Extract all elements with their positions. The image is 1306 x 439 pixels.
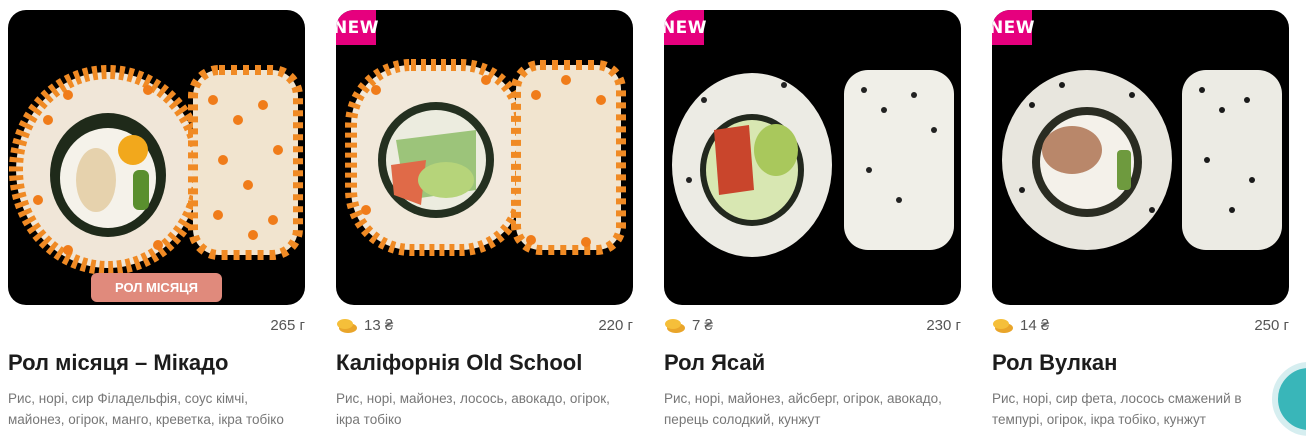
- card-meta: 7 ₴ 230 г: [664, 314, 961, 336]
- new-badge: NEW: [336, 10, 379, 45]
- weight: 265 г: [270, 316, 305, 334]
- product-description: Рис, норі, сир Філадельфія, соус кімчі, …: [8, 391, 284, 427]
- bonus-amount: 13 ₴: [364, 316, 394, 334]
- product-card[interactable]: NEW 7 ₴ 230 г Рол Ясай Рис, норі, майоне…: [664, 10, 961, 430]
- bonus-amount: 14 ₴: [1020, 316, 1050, 334]
- weight: 250 г: [1254, 316, 1289, 334]
- product-card[interactable]: РОЛ МІСЯЦЯ 265 г Рол місяця – Мікадо Рис…: [8, 10, 305, 430]
- product-photo[interactable]: NEW: [992, 10, 1289, 305]
- product-photo[interactable]: NEW: [336, 10, 633, 305]
- card-meta: 13 ₴ 220 г: [336, 314, 633, 336]
- promo-badge: РОЛ МІСЯЦЯ: [91, 273, 222, 302]
- bonus: 13 ₴: [336, 316, 393, 334]
- product-description: Рис, норі, майонез, айсберг, огірок, аво…: [664, 391, 942, 427]
- sushi-image: [1002, 70, 1282, 250]
- product-card[interactable]: NEW 13 ₴ 220 г Каліфорнія Old School Рис…: [336, 10, 633, 430]
- product-description: Рис, норі, майонез, лосось, авокадо, огі…: [336, 391, 610, 427]
- product-title[interactable]: Рол Вулкан: [992, 350, 1289, 376]
- weight: 230 г: [926, 316, 961, 334]
- coin-stack-icon: [993, 319, 1013, 333]
- new-badge: NEW: [992, 10, 1035, 45]
- new-badge: NEW: [664, 10, 707, 45]
- bonus: 7 ₴: [664, 316, 713, 334]
- product-description: Рис, норі, сир фета, лосось смажений в т…: [992, 391, 1242, 427]
- product-title[interactable]: Каліфорнія Old School: [336, 350, 633, 376]
- sushi-image: [672, 70, 954, 257]
- coin-stack-icon: [665, 319, 685, 333]
- product-grid: РОЛ МІСЯЦЯ 265 г Рол місяця – Мікадо Рис…: [8, 10, 1289, 430]
- product-title[interactable]: Рол Ясай: [664, 350, 961, 376]
- bonus-amount: 7 ₴: [692, 316, 713, 334]
- product-title[interactable]: Рол місяця – Мікадо: [8, 350, 305, 376]
- sushi-image: [9, 65, 303, 275]
- sushi-image: [345, 59, 626, 256]
- product-photo[interactable]: NEW: [664, 10, 961, 305]
- product-card[interactable]: NEW 14 ₴ 250 г Рол Вулкан Рис, норі, сир…: [992, 10, 1289, 430]
- card-meta: 265 г: [8, 314, 305, 336]
- bonus: 14 ₴: [992, 316, 1049, 334]
- product-photo[interactable]: РОЛ МІСЯЦЯ: [8, 10, 305, 305]
- weight: 220 г: [598, 316, 633, 334]
- card-meta: 14 ₴ 250 г: [992, 314, 1289, 336]
- coin-stack-icon: [337, 319, 357, 333]
